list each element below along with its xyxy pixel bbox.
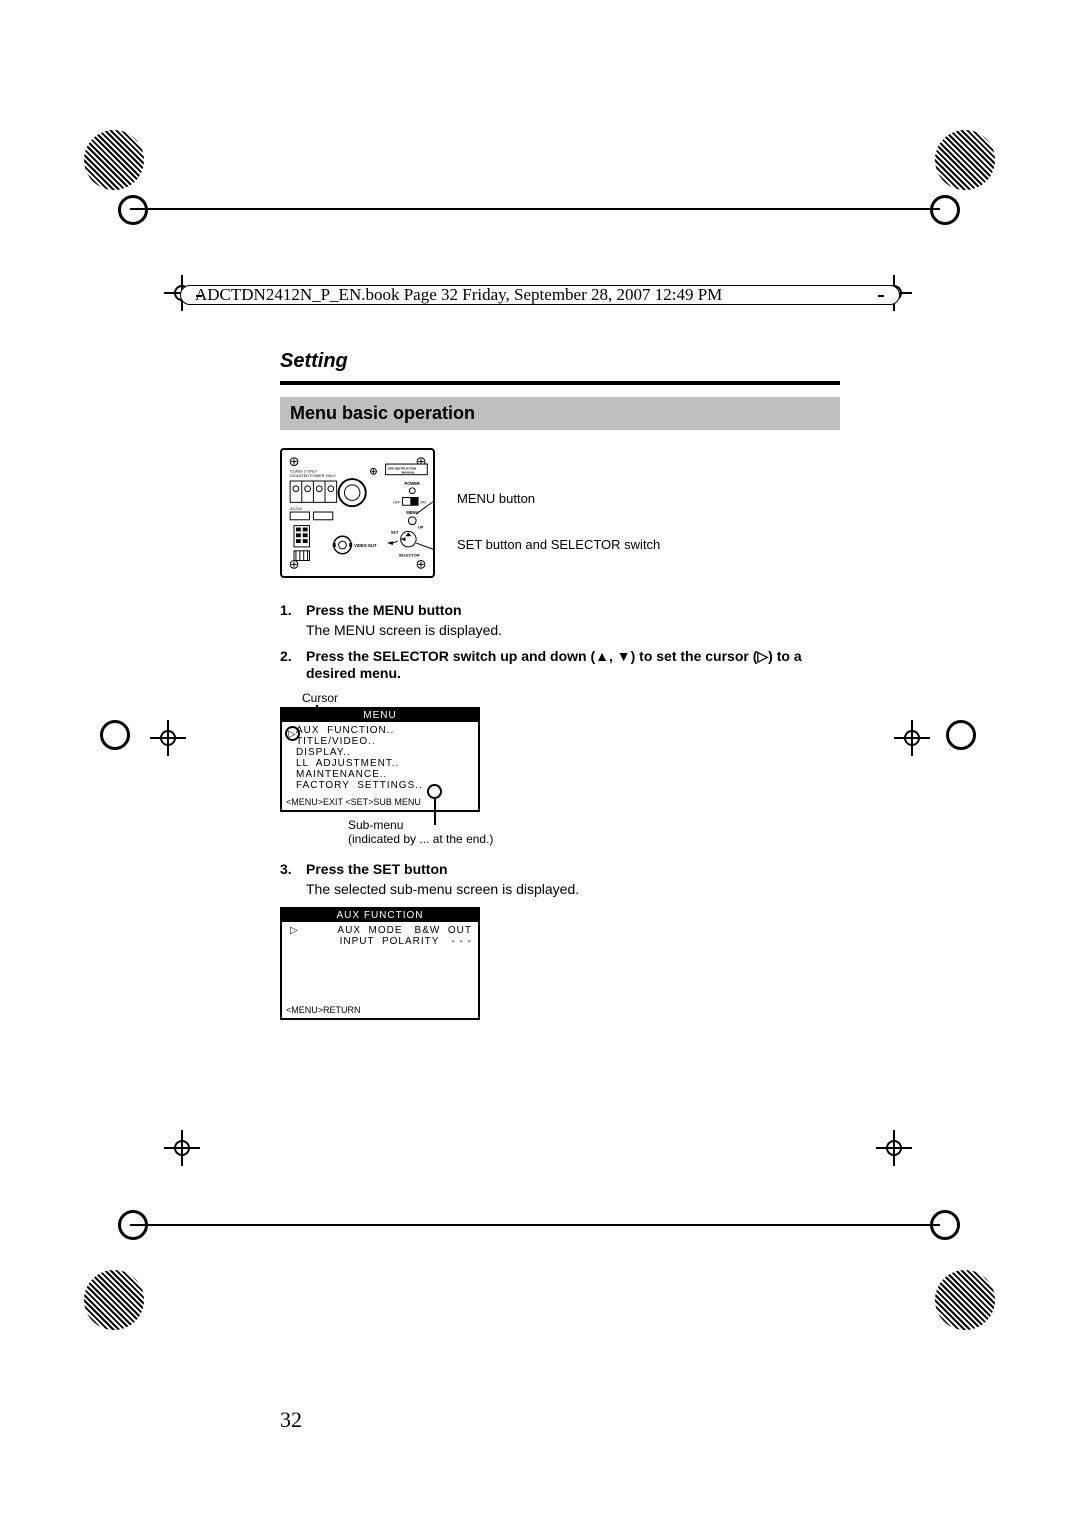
svg-text:UP: UP	[418, 525, 424, 530]
osd-aux-footer: <MENU>RETURN	[282, 1002, 478, 1018]
submenu-indicator-circle	[427, 784, 442, 799]
svg-text:ON: ON	[420, 499, 426, 504]
osd-item: MAINTENANCE..	[296, 769, 472, 780]
leader-line	[434, 799, 436, 825]
osd-main-footer: <MENU>EXIT <SET>SUB MENU	[282, 794, 478, 810]
crosshair-icon	[894, 720, 930, 756]
step-1-body: The MENU screen is displayed.	[306, 622, 840, 638]
cursor-label: Cursor	[302, 691, 840, 705]
svg-text:POWER: POWER	[405, 481, 420, 486]
svg-text:OFF: OFF	[393, 499, 401, 504]
reg-mark-icon	[84, 130, 144, 190]
page-number: 32	[280, 1407, 302, 1433]
submenu-callout-l2: (indicated by ... at the end.)	[348, 832, 840, 846]
svg-text:SELECTOR: SELECTOR	[399, 553, 420, 558]
reg-mark-icon	[118, 195, 148, 225]
reg-mark-icon	[930, 195, 960, 225]
osd-main-title: MENU	[282, 709, 478, 722]
osd-aux-key: INPUT POLARITY	[340, 936, 440, 947]
osd-item: TITLE/VIDEO..	[296, 736, 472, 747]
doc-header-frame: ADCTDN2412N_P_EN.book Page 32 Friday, Se…	[180, 285, 900, 305]
device-rear-panel-diagram: CLASS 2 ONLY ISOLATED POWER ONLY AC24V S…	[280, 448, 435, 578]
osd-aux-title: AUX FUNCTION	[282, 909, 478, 922]
step-3-body: The selected sub-menu screen is displaye…	[306, 881, 840, 897]
crosshair-icon	[876, 1130, 912, 1166]
step-3-title: Press the SET button	[306, 861, 448, 877]
osd-aux-row: ▷ AUX MODE B&W OUT	[290, 925, 472, 936]
svg-text:AC24V: AC24V	[290, 506, 303, 511]
doc-header-text: ADCTDN2412N_P_EN.book Page 32 Friday, Se…	[195, 285, 722, 305]
reg-mark-icon	[935, 1270, 995, 1330]
reg-mark-icon	[100, 720, 130, 750]
osd-item: FACTORY SETTINGS..	[296, 780, 472, 791]
osd-aux-val: - - -	[451, 936, 472, 947]
menu-button-callout: MENU button	[457, 490, 660, 508]
osd-aux-key: AUX MODE	[337, 925, 402, 936]
frame-connector	[196, 295, 202, 297]
crop-guide-line	[130, 208, 940, 210]
step-1-title: Press the MENU button	[306, 602, 462, 618]
crosshair-icon	[164, 1130, 200, 1166]
set-selector-callout: SET button and SELECTOR switch	[457, 536, 660, 554]
osd-item: LL ADJUSTMENT..	[296, 758, 472, 769]
osd-main-screen: MENU ▷ AUX FUNCTION.. TITLE/VIDEO.. DISP…	[280, 707, 480, 812]
step-2-title: Press the SELECTOR switch up and down (▲…	[306, 648, 802, 681]
svg-text:ISOLATED POWER ONLY: ISOLATED POWER ONLY	[290, 473, 336, 478]
osd-aux-row: INPUT POLARITY - - -	[290, 936, 472, 947]
reg-mark-icon	[946, 720, 976, 750]
osd-item: DISPLAY..	[296, 747, 472, 758]
reg-mark-icon	[84, 1270, 144, 1330]
section-rule	[280, 381, 840, 385]
reg-mark-icon	[935, 130, 995, 190]
submenu-callout-l1: Sub-menu	[348, 818, 840, 832]
osd-aux-val: B&W OUT	[415, 925, 472, 936]
svg-text:VIDEO OUT: VIDEO OUT	[354, 543, 377, 548]
cursor-triangle-icon: ▷	[288, 729, 296, 740]
svg-text:MENU: MENU	[406, 510, 418, 515]
svg-text:MANUAL: MANUAL	[402, 470, 416, 474]
svg-text:SET: SET	[391, 529, 399, 534]
osd-aux-screen: AUX FUNCTION ▷ AUX MODE B&W OUT INPUT PO…	[280, 907, 480, 1020]
page-title: Menu basic operation	[280, 397, 840, 430]
osd-item: AUX FUNCTION..	[296, 725, 472, 736]
crop-guide-line	[130, 1224, 940, 1226]
crosshair-icon	[150, 720, 186, 756]
frame-connector	[878, 295, 884, 297]
cursor-triangle-icon: ▷	[290, 925, 325, 936]
section-heading: Setting	[280, 350, 840, 373]
